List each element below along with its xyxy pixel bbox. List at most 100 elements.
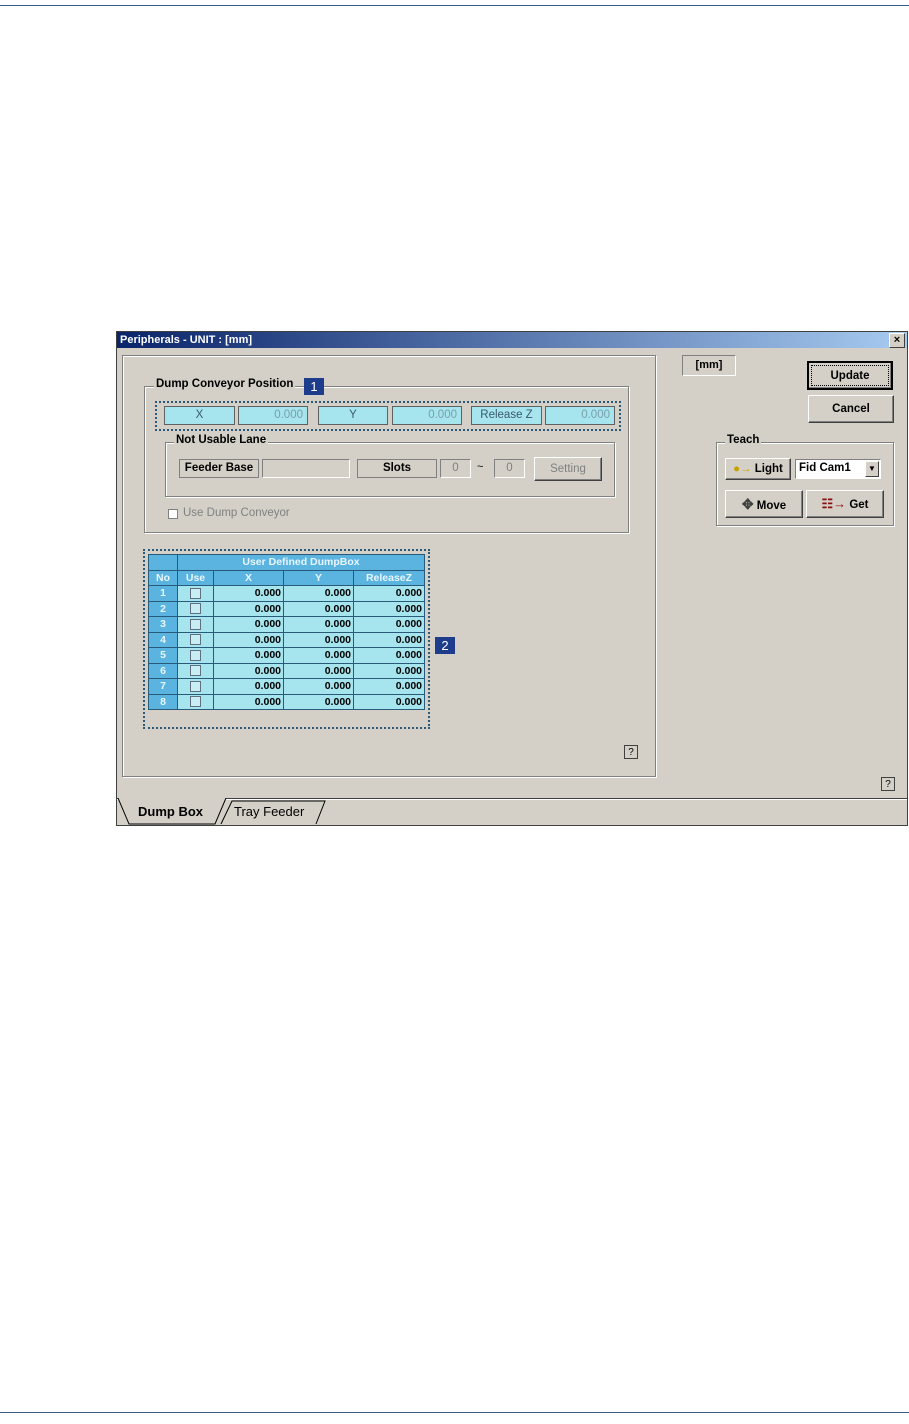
row-releasez-value[interactable]: 0.000 [353, 662, 425, 679]
table-row: 2 0.000 0.000 0.000 [148, 600, 425, 617]
teach-legend: Teach [725, 434, 762, 446]
table-row: 3 0.000 0.000 0.000 [148, 616, 425, 633]
dumpbox-table-title: User Defined DumpBox [177, 554, 425, 571]
row-use-cell[interactable] [177, 647, 214, 664]
table-corner-cell [148, 554, 178, 571]
row-number: 6 [148, 662, 178, 679]
light-bulb-icon: ●→ [733, 463, 752, 475]
row-use-cell[interactable] [177, 616, 214, 633]
row-y-value[interactable]: 0.000 [283, 693, 354, 710]
use-dump-conveyor-label: Use Dump Conveyor [183, 507, 290, 519]
row-releasez-value[interactable]: 0.000 [353, 616, 425, 633]
camera-select-value: Fid Cam1 [799, 462, 851, 474]
row-y-value[interactable]: 0.000 [283, 647, 354, 664]
row-use-cell[interactable] [177, 662, 214, 679]
row-releasez-value[interactable]: 0.000 [353, 678, 425, 695]
close-icon[interactable]: × [889, 333, 905, 348]
row-number: 1 [148, 585, 178, 602]
setting-button[interactable]: Setting [534, 457, 602, 481]
release-z-label: Release Z [471, 406, 542, 425]
row-x-value[interactable]: 0.000 [213, 693, 284, 710]
row-number: 7 [148, 678, 178, 695]
row-use-cell[interactable] [177, 585, 214, 602]
unit-label: [mm] [682, 355, 736, 376]
row-x-value[interactable]: 0.000 [213, 616, 284, 633]
y-label: Y [318, 406, 388, 425]
light-button[interactable]: ●→ Light [725, 458, 791, 480]
update-button[interactable]: Update [807, 361, 893, 390]
slot-to-field[interactable]: 0 [494, 459, 525, 478]
x-value-field[interactable]: 0.000 [238, 406, 308, 425]
row-x-value[interactable]: 0.000 [213, 662, 284, 679]
row-y-value[interactable]: 0.000 [283, 585, 354, 602]
column-header-use: Use [177, 569, 214, 586]
row-use-checkbox[interactable] [190, 696, 201, 708]
window-help-button[interactable]: ? [881, 777, 895, 791]
row-releasez-value[interactable]: 0.000 [353, 631, 425, 648]
page-top-rule [0, 5, 909, 6]
row-x-value[interactable]: 0.000 [213, 678, 284, 695]
row-use-checkbox[interactable] [190, 680, 201, 692]
row-releasez-value[interactable]: 0.000 [353, 647, 425, 664]
row-releasez-value[interactable]: 0.000 [353, 600, 425, 617]
use-dump-conveyor-checkbox[interactable] [168, 509, 178, 519]
window-title: Peripherals - UNIT : [mm] [120, 334, 253, 346]
not-usable-lane-legend: Not Usable Lane [174, 434, 269, 446]
chevron-down-icon[interactable]: ▼ [865, 461, 879, 477]
row-y-value[interactable]: 0.000 [283, 616, 354, 633]
row-x-value[interactable]: 0.000 [213, 647, 284, 664]
get-button-label: Get [849, 499, 869, 511]
x-label: X [164, 406, 235, 425]
row-use-checkbox[interactable] [190, 587, 201, 599]
row-use-cell[interactable] [177, 631, 214, 648]
row-releasez-value[interactable]: 0.000 [353, 693, 425, 710]
row-use-cell[interactable] [177, 600, 214, 617]
column-header-releasez: ReleaseZ [353, 569, 425, 586]
row-number: 5 [148, 647, 178, 664]
feeder-base-label: Feeder Base [179, 459, 259, 478]
camera-select[interactable]: Fid Cam1 ▼ [795, 459, 881, 479]
row-use-checkbox[interactable] [190, 618, 201, 630]
row-use-cell[interactable] [177, 678, 214, 695]
row-releasez-value[interactable]: 0.000 [353, 585, 425, 602]
slots-label: Slots [357, 459, 437, 478]
row-y-value[interactable]: 0.000 [283, 600, 354, 617]
tab-tray-feeder[interactable]: Tray Feeder [234, 802, 304, 822]
light-button-label: Light [754, 463, 783, 475]
slot-separator: ~ [477, 461, 484, 473]
row-x-value[interactable]: 0.000 [213, 631, 284, 648]
callout-marker-1: 1 [304, 378, 324, 395]
tab-dump-box[interactable]: Dump Box [138, 802, 203, 822]
row-y-value[interactable]: 0.000 [283, 662, 354, 679]
row-number: 3 [148, 616, 178, 633]
dumpbox-table: User Defined DumpBox No Use X Y ReleaseZ… [148, 554, 425, 710]
row-use-checkbox[interactable] [190, 665, 201, 677]
row-use-cell[interactable] [177, 693, 214, 710]
get-button[interactable]: ☷→ Get [806, 490, 884, 518]
move-button[interactable]: ✥ Move [725, 490, 803, 518]
move-arrows-icon: ✥ [741, 496, 754, 512]
release-z-value-field[interactable]: 0.000 [545, 406, 615, 425]
table-row: 8 0.000 0.000 0.000 [148, 693, 425, 710]
panel-help-button[interactable]: ? [624, 745, 638, 759]
row-use-checkbox[interactable] [190, 634, 201, 646]
row-x-value[interactable]: 0.000 [213, 600, 284, 617]
row-number: 8 [148, 693, 178, 710]
cancel-button[interactable]: Cancel [808, 395, 894, 423]
row-use-checkbox[interactable] [190, 649, 201, 661]
y-value-field[interactable]: 0.000 [392, 406, 462, 425]
row-y-value[interactable]: 0.000 [283, 678, 354, 695]
callout-marker-2: 2 [435, 637, 455, 654]
row-y-value[interactable]: 0.000 [283, 631, 354, 648]
table-row: 5 0.000 0.000 0.000 [148, 647, 425, 664]
column-header-y: Y [283, 569, 354, 586]
dump-conveyor-legend: Dump Conveyor Position [154, 378, 296, 390]
column-header-x: X [213, 569, 284, 586]
row-x-value[interactable]: 0.000 [213, 585, 284, 602]
table-row: 1 0.000 0.000 0.000 [148, 585, 425, 602]
row-number: 4 [148, 631, 178, 648]
feeder-base-field[interactable] [262, 459, 350, 478]
page-bottom-rule [0, 1412, 909, 1413]
row-use-checkbox[interactable] [190, 603, 201, 615]
slot-from-field[interactable]: 0 [440, 459, 471, 478]
